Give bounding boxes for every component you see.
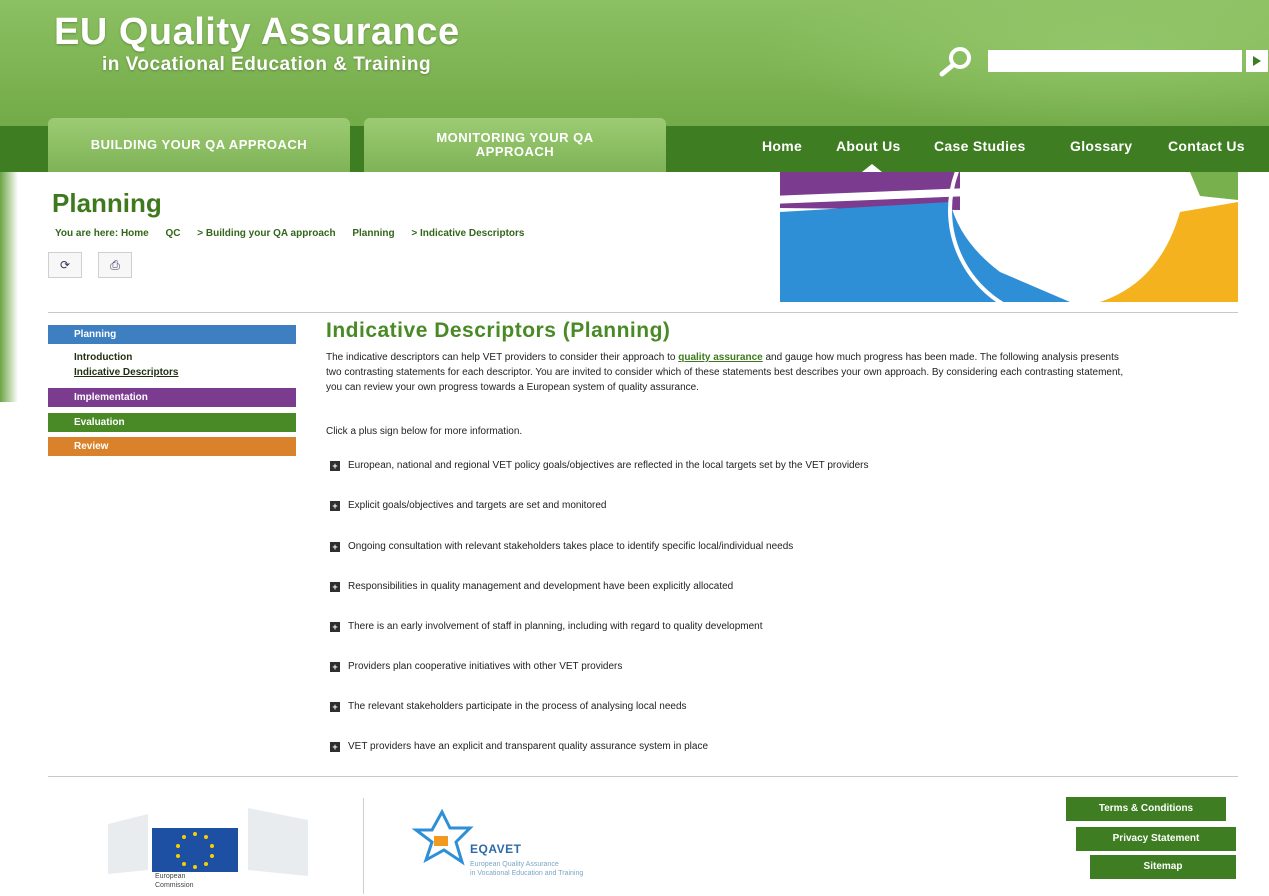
descriptor-item[interactable]: + Explicit goals/objectives and targets a… — [330, 500, 606, 511]
side-link-indicative-descriptors[interactable]: Indicative Descriptors — [74, 367, 178, 378]
eqavet-name: EQAVET — [470, 842, 522, 856]
descriptor-label: The relevant stakeholders participate in… — [348, 701, 687, 712]
tab-building-qa-approach[interactable]: BUILDING YOUR QA APPROACH — [48, 118, 350, 172]
descriptor-label: Responsibilities in quality management a… — [348, 581, 734, 592]
content-title: Indicative Descriptors (Planning) — [326, 319, 671, 342]
european-commission-logo — [108, 808, 308, 876]
search-submit-button[interactable] — [1246, 50, 1268, 72]
tab-label: BUILDING YOUR QA APPROACH — [90, 137, 308, 152]
cycle-wheel-graphic — [770, 172, 1238, 302]
descriptor-label: VET providers have an explicit and trans… — [348, 741, 709, 752]
descriptor-item[interactable]: + The relevant stakeholders participate i… — [330, 701, 687, 712]
intro-text: The indicative descriptors can help VET … — [326, 352, 679, 363]
side-nav-planning[interactable]: Planning — [48, 325, 296, 344]
left-edge-accent — [0, 172, 18, 402]
privacy-statement-link[interactable]: Privacy Statement — [1076, 827, 1236, 851]
plus-icon[interactable]: + — [330, 621, 340, 632]
plus-icon[interactable]: + — [330, 581, 340, 592]
plus-icon[interactable]: + — [330, 460, 340, 471]
triangle-right-icon — [1253, 56, 1261, 66]
breadcrumb-current: > Indicative Descriptors — [411, 228, 525, 239]
ec-caption-line: European — [155, 873, 186, 880]
breadcrumb: You are here: Home QC > Building your QA… — [55, 228, 538, 239]
plus-icon[interactable]: + — [330, 661, 340, 672]
nav-contact-us[interactable]: Contact Us — [1168, 138, 1245, 154]
breadcrumb-qc[interactable]: QC — [166, 228, 181, 239]
nav-case-studies[interactable]: Case Studies — [934, 138, 1026, 154]
descriptor-item[interactable]: + Ongoing consultation with relevant stak… — [330, 541, 793, 552]
quality-assurance-link[interactable]: quality assurance — [678, 352, 762, 363]
descriptor-label: Providers plan cooperative initiatives w… — [348, 661, 623, 672]
refresh-icon: ⟳ — [59, 258, 71, 272]
print-icon: ⎙ — [110, 257, 120, 272]
eqavet-sub-line: European Quality Assurance — [470, 861, 559, 868]
click-help-text: Click a plus sign below for more informa… — [326, 426, 523, 437]
plus-icon[interactable]: + — [330, 541, 340, 552]
descriptor-item[interactable]: + Providers plan cooperative initiatives … — [330, 661, 622, 672]
page-title: Planning — [52, 188, 162, 218]
breadcrumb-here[interactable]: You are here: Home — [55, 228, 149, 239]
descriptor-label: Ongoing consultation with relevant stake… — [348, 541, 794, 552]
descriptor-item[interactable]: + European, national and regional VET pol… — [330, 460, 869, 471]
plus-icon[interactable]: + — [330, 500, 340, 511]
plus-icon[interactable]: + — [330, 701, 340, 712]
eqavet-subtitle: European Quality Assurance in Vocational … — [470, 860, 583, 878]
plus-icon[interactable]: + — [330, 741, 340, 752]
nav-about-us[interactable]: About Us — [836, 138, 901, 154]
search-icon[interactable] — [936, 44, 976, 78]
divider-bottom — [48, 776, 1238, 777]
print-button[interactable]: ⎙ — [98, 252, 132, 278]
side-nav-evaluation[interactable]: Evaluation — [48, 413, 296, 432]
side-nav-implementation[interactable]: Implementation — [48, 388, 296, 407]
descriptor-label: Explicit goals/objectives and targets ar… — [348, 500, 607, 511]
breadcrumb-planning[interactable]: Planning — [352, 228, 394, 239]
descriptor-label: European, national and regional VET poli… — [348, 460, 869, 471]
divider-top — [48, 312, 1238, 313]
breadcrumb-building[interactable]: > Building your QA approach — [197, 228, 335, 239]
descriptor-item[interactable]: + There is an early involvement of staff … — [330, 621, 763, 632]
side-link-introduction[interactable]: Introduction — [74, 352, 132, 363]
intro-paragraph: The indicative descriptors can help VET … — [326, 350, 1126, 395]
side-nav-review[interactable]: Review — [48, 437, 296, 456]
tab-monitoring-qa-approach[interactable]: MONITORING YOUR QA APPROACH — [364, 118, 666, 172]
site-title[interactable]: EU Quality Assurance — [54, 12, 460, 52]
sitemap-link[interactable]: Sitemap — [1090, 855, 1236, 879]
eqavet-sub-line: in Vocational Education and Training — [470, 870, 584, 877]
ec-caption-line: Commission — [155, 882, 194, 889]
site-subtitle: in Vocational Education & Training — [102, 54, 432, 75]
ec-caption: European Commission — [155, 872, 194, 890]
terms-conditions-link[interactable]: Terms & Conditions — [1066, 797, 1226, 821]
search-input[interactable] — [988, 50, 1242, 72]
footer-separator — [363, 798, 364, 894]
nav-glossary[interactable]: Glossary — [1070, 138, 1132, 154]
tab-label: MONITORING YOUR QA APPROACH — [436, 130, 594, 159]
descriptor-item[interactable]: + Responsibilities in quality management … — [330, 581, 733, 592]
nav-home[interactable]: Home — [762, 138, 802, 154]
descriptor-item[interactable]: + VET providers have an explicit and tran… — [330, 741, 708, 752]
nav-active-pointer-icon — [862, 164, 882, 172]
refresh-button[interactable]: ⟳ — [48, 252, 82, 278]
descriptor-label: There is an early involvement of staff i… — [348, 621, 763, 632]
